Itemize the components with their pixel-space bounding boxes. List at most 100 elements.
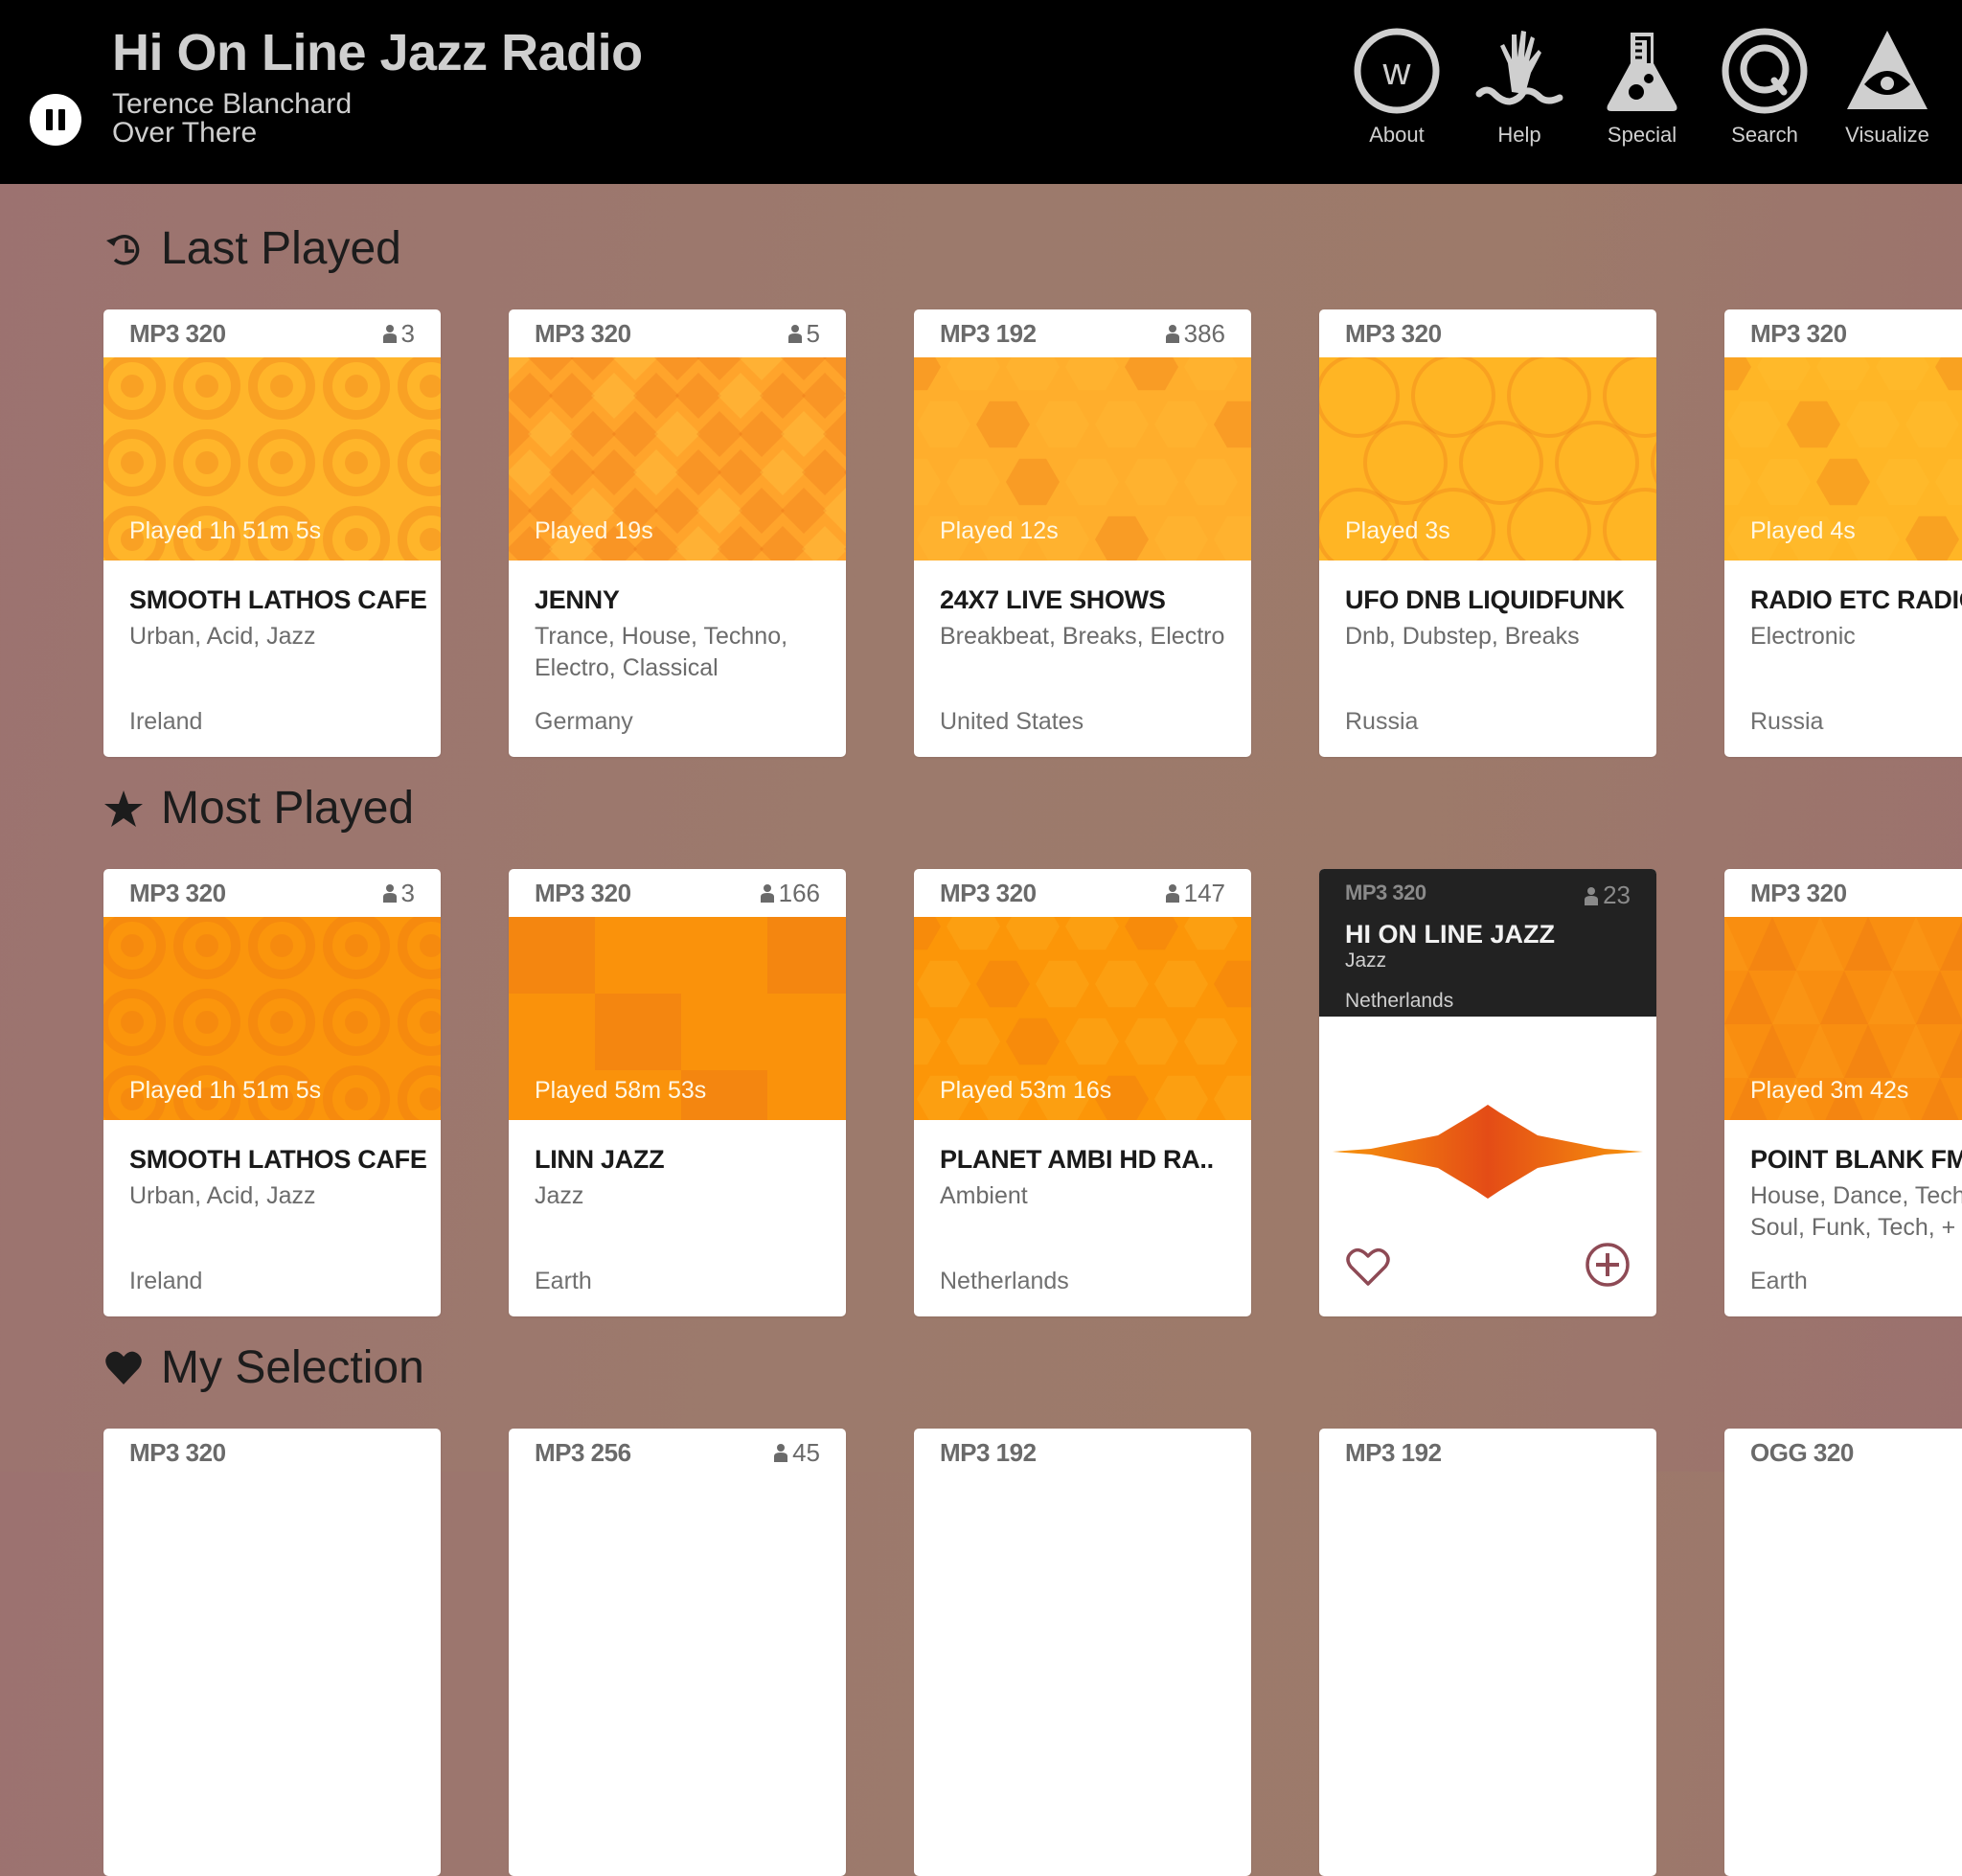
station-genres: Jazz [535,1182,584,1209]
listeners-icon [1165,325,1179,343]
station-country: United States [940,708,1084,735]
played-duration: Played 12s [940,517,1059,544]
station-genres: Dnb, Dubstep, Breaks [1345,623,1580,650]
heart-icon [105,1351,142,1384]
nav-visualize-label: Visualize [1845,123,1929,147]
card-header: MP3 192 [1319,1429,1656,1476]
station-card[interactable]: MP3 192 [1319,1429,1656,1876]
station-name: POINT BLANK FM [1750,1145,1962,1174]
card-header: MP3 192 386 [914,309,1251,357]
station-card[interactable]: MP3 192 [914,1429,1251,1876]
station-card[interactable]: MP3 320 [103,1429,441,1876]
card-header: MP3 256 45 [509,1429,846,1476]
station-genres: Breakbeat, Breaks, Electro [940,623,1225,650]
stream-format: OGG 320 [1750,1437,1854,1467]
station-card[interactable]: OGG 320 [1724,1429,1962,1876]
listeners-icon [774,1444,788,1462]
favorite-heart-button[interactable] [1345,1246,1391,1288]
nav-search-label: Search [1731,123,1798,147]
stream-format: MP3 192 [1345,1437,1442,1467]
listener-count: 147 [1165,879,1225,908]
station-country: Netherlands [1345,990,1454,1012]
section-title-most-played: Most Played [103,782,414,835]
station-genres: Urban, Acid, Jazz [129,623,316,650]
station-card[interactable]: MP3 320 Played 4s RADIO ETC RADIO Electroni… [1724,309,1962,757]
station-country: Russia [1345,708,1419,735]
station-card[interactable]: MP3 192 386 Played 12s 24X7 LIVE SHOWS Break… [914,309,1251,757]
listeners-icon [1165,884,1179,903]
played-duration: Played 3m 42s [1750,1077,1909,1104]
search-q-icon [1722,28,1808,114]
listeners-icon [382,884,397,903]
station-art: Played 3m 42s [1724,917,1962,1120]
listener-count-value: 23 [1603,881,1631,909]
station-name: HI ON LINE JAZZ [1345,920,1556,949]
special-flask-icon [1607,33,1677,111]
station-country: Russia [1750,708,1824,735]
listeners-icon [760,884,774,903]
station-card[interactable]: MP3 320 147 Played 53m 16s PLANET AMBI HD R… [914,869,1251,1316]
played-duration: Played 1h 51m 5s [129,1077,322,1104]
station-genres: Urban, Acid, Jazz [129,1182,316,1209]
now-playing-artist: Terence Blanchard [112,88,353,120]
about-w-icon: w [1354,28,1440,114]
now-playing-info: MP3 320 23 HI ON LINE JAZZ Jazz Netherlands [1319,869,1656,1017]
station-card[interactable]: MP3 320 Played 3m 42s POINT BLANK FM House,… [1724,869,1962,1316]
listener-count: 3 [382,319,415,349]
stream-format: MP3 192 [940,318,1037,348]
played-duration: Played 58m 53s [535,1077,707,1104]
svg-text:w: w [1382,51,1411,93]
station-genres: Trance, House, Techno, Electro, Classica… [535,623,788,681]
add-circle-button[interactable] [1585,1242,1631,1288]
station-genres: House, Dance, Techno, Soul, Funk, Tech, … [1750,1182,1962,1241]
card-header: MP3 320 [1319,309,1656,357]
station-art: Played 19s [509,357,846,561]
stream-format: MP3 320 [535,318,631,348]
stream-format: MP3 320 [1345,881,1426,904]
station-card[interactable]: MP3 320 5 Played 19s JENNY Trance, House, Te… [509,309,846,757]
station-name: RADIO ETC RADIO [1750,585,1962,614]
station-name: UFO DNB LIQUIDFUNK [1345,585,1625,614]
pause-icon [46,109,53,130]
station-card[interactable]: MP3 320 3 Played 1h 51m 5s SMOOTH LATHOS CA… [103,309,441,757]
nav-help[interactable]: Help [1462,25,1577,148]
stream-format: MP3 320 [129,1437,226,1467]
stream-format: MP3 320 [940,878,1037,907]
nav-special[interactable]: Special [1585,25,1700,148]
station-card[interactable]: MP3 320 166 Played 58m 53s LINN JAZZ Jazz Ear… [509,869,846,1316]
listeners-icon [787,325,802,343]
audio-waveform [1333,1105,1643,1199]
station-card[interactable]: MP3 256 45 [509,1429,846,1876]
card-header: MP3 320 5 [509,309,846,357]
listener-count-value: 386 [1183,318,1225,348]
played-duration: Played 1h 51m 5s [129,517,322,544]
section-title-my-selection: My Selection [103,1341,424,1394]
station-art: Played 3s [1319,357,1656,561]
section-title-text: Last Played [161,223,401,274]
listener-count-value: 5 [806,318,820,348]
pause-button[interactable] [30,94,81,146]
app-title: Hi On Line Jazz Radio [112,24,643,81]
station-card[interactable]: MP3 320 3 Played 1h 51m 5s SMOOTH LATHOS CA… [103,869,441,1316]
listener-count-value: 3 [400,318,415,348]
stream-format: MP3 320 [1750,878,1847,907]
stream-format: MP3 320 [1345,318,1442,348]
section-title-last-played: Last Played [103,222,401,275]
nav-search[interactable]: Search [1707,25,1822,148]
station-card-now-playing[interactable]: MP3 320 23 HI ON LINE JAZZ Jazz Netherlands [1319,869,1656,1316]
station-card[interactable]: MP3 320 Played 3s UFO DNB LIQUIDFUNK Dnb, D… [1319,309,1656,757]
stream-format: MP3 320 [1750,318,1847,348]
station-art: Played 53m 16s [914,917,1251,1120]
nav-visualize[interactable]: Visualize [1830,25,1945,148]
station-name: SMOOTH LATHOS CAFE [129,585,427,614]
listener-count-value: 3 [400,878,415,907]
stream-format: MP3 192 [940,1437,1037,1467]
nav-about[interactable]: w About [1339,25,1454,148]
card-header: OGG 320 [1724,1429,1962,1476]
played-duration: Played 4s [1750,517,1856,544]
history-icon [106,234,140,265]
station-country: Earth [1750,1268,1808,1294]
listener-count: 166 [760,879,820,908]
station-name: PLANET AMBI HD RA.. [940,1145,1214,1174]
section-title-text: Most Played [161,783,415,834]
